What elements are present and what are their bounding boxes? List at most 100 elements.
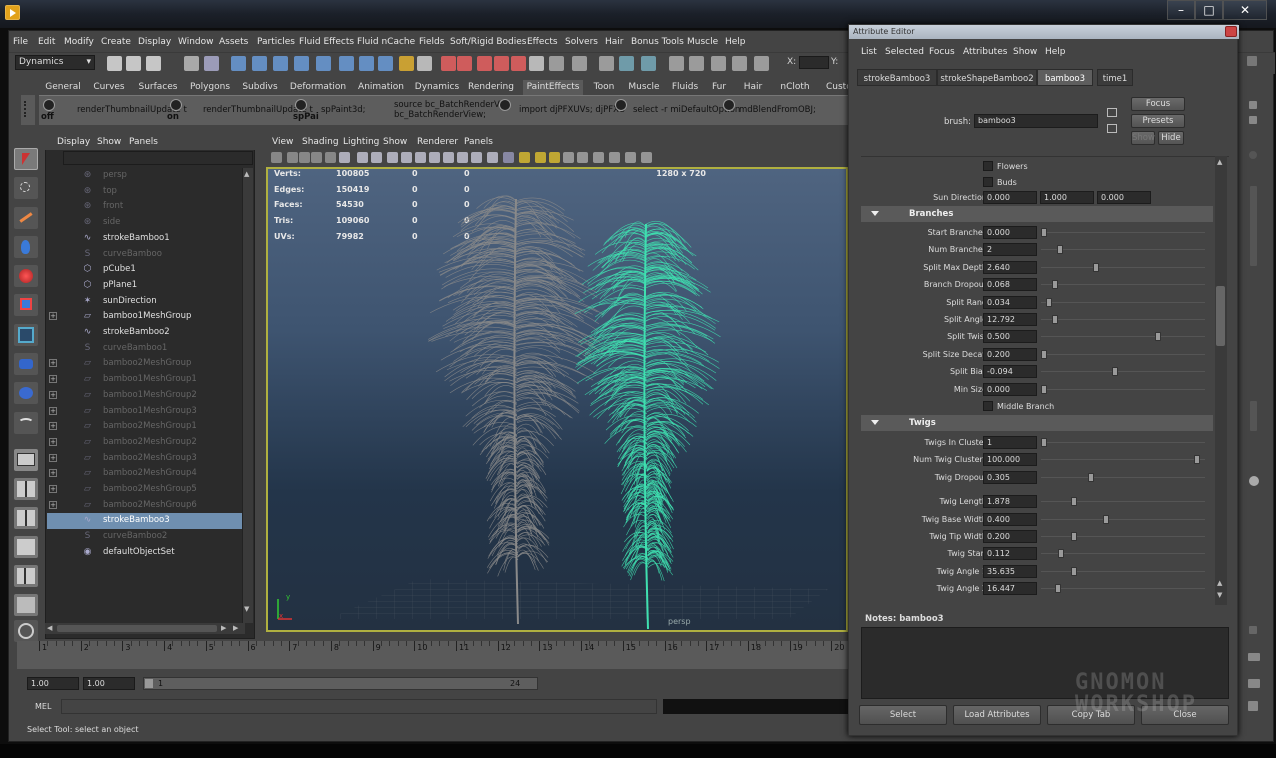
scroll-right-icon[interactable]: ▶: [221, 624, 226, 632]
expand-icon[interactable]: +: [49, 437, 57, 446]
fast-forward-icon[interactable]: [1248, 653, 1260, 661]
attribute-slider-track[interactable]: [1041, 232, 1205, 233]
sun-direction-field[interactable]: 0.000: [1097, 191, 1151, 204]
shelf-brush-icon[interactable]: [615, 99, 627, 111]
menu-assets[interactable]: Assets: [219, 37, 248, 47]
shelf-brush-icon[interactable]: [723, 99, 735, 111]
attribute-value-field[interactable]: 0.500: [983, 330, 1037, 344]
scroll-down-icon[interactable]: ▼: [1217, 591, 1222, 599]
status-tool-icon[interactable]: [204, 56, 219, 71]
four-view-layout-icon[interactable]: [14, 478, 38, 500]
expand-icon[interactable]: +: [49, 359, 57, 368]
attribute-value-field[interactable]: 0.200: [983, 347, 1037, 361]
expand-icon[interactable]: +: [49, 406, 57, 415]
menu-help[interactable]: Help: [725, 37, 746, 47]
expand-icon[interactable]: +: [49, 469, 57, 478]
viewport-menu-shading[interactable]: Shading: [302, 137, 339, 147]
maximize-button[interactable]: □: [1195, 0, 1223, 20]
viewport-menu-lighting[interactable]: Lighting: [343, 137, 379, 147]
status-tool-icon[interactable]: [511, 56, 526, 71]
menu-file[interactable]: File: [13, 37, 28, 47]
status-tool-icon[interactable]: [689, 56, 704, 71]
viewport-menu-view[interactable]: View: [272, 137, 293, 147]
attribute-slider-track[interactable]: [1041, 353, 1205, 355]
move-tool-icon[interactable]: [14, 236, 38, 258]
outliner-row[interactable]: + ▱ bamboo2MeshGroup1: [47, 419, 243, 435]
checkbox[interactable]: [983, 401, 993, 411]
shelf-tab-toon[interactable]: Toon: [589, 80, 619, 95]
ae-menu-show[interactable]: Show: [1013, 47, 1037, 57]
outliner-filter-input[interactable]: [63, 151, 253, 165]
scroll-up-icon[interactable]: ▲: [1217, 579, 1222, 587]
outliner-row[interactable]: ∿ strokeBamboo3: [47, 513, 243, 530]
menu-create[interactable]: Create: [101, 37, 131, 47]
curve-tool-icon[interactable]: [14, 412, 38, 434]
ae-tab-strokebamboo3[interactable]: strokeBamboo3: [857, 69, 937, 86]
status-tool-icon[interactable]: [732, 56, 747, 71]
status-tool-icon[interactable]: [316, 56, 331, 71]
attribute-slider-handle[interactable]: [1154, 332, 1161, 342]
expand-icon[interactable]: +: [49, 500, 57, 509]
status-tool-icon[interactable]: [339, 56, 354, 71]
ae-tab-strokeshapebamboo2[interactable]: strokeShapeBamboo2: [937, 69, 1037, 86]
ae-menu-list[interactable]: List: [861, 47, 877, 57]
viewport-tool-icon[interactable]: [471, 152, 482, 163]
attribute-value-field[interactable]: -0.094: [983, 365, 1037, 379]
attribute-slider-handle[interactable]: [1093, 262, 1100, 272]
close-button[interactable]: ✕: [1223, 0, 1267, 20]
attribute-slider-track[interactable]: [1041, 284, 1205, 286]
viewport-tool-icon[interactable]: [457, 152, 468, 163]
scroll-up-icon[interactable]: ▲: [1217, 158, 1222, 166]
attribute-slider-handle[interactable]: [1056, 245, 1063, 255]
menu-fluid-effects[interactable]: Fluid Effects: [299, 37, 354, 47]
hypershade-layout-icon[interactable]: [14, 594, 38, 616]
status-tool-icon[interactable]: [529, 56, 544, 71]
outliner-row[interactable]: + ▱ bamboo2MeshGroup2: [47, 435, 243, 451]
ae-menu-selected[interactable]: Selected: [885, 47, 924, 57]
outliner-row[interactable]: ScurveBamboo1: [47, 341, 243, 357]
attribute-slider-handle[interactable]: [1071, 532, 1078, 541]
outliner-row[interactable]: ⬡ pPlane1: [47, 278, 243, 294]
outliner-row[interactable]: ⬡ pCube1: [47, 262, 243, 278]
branches-section-header[interactable]: Branches: [861, 206, 1213, 222]
viewport-tool-icon[interactable]: [287, 152, 298, 163]
shelf-tab-dynamics[interactable]: Dynamics: [414, 80, 460, 95]
viewport-tool-icon[interactable]: [593, 152, 604, 163]
shelf-brush-icon[interactable]: [295, 99, 307, 111]
menu-set-dropdown[interactable]: Dynamics ▾: [15, 55, 95, 70]
viewport-menu-renderer[interactable]: Renderer: [417, 137, 458, 147]
outliner-row[interactable]: ⊛ top: [47, 184, 243, 200]
shelf-options[interactable]: [21, 95, 35, 125]
attribute-value-field[interactable]: 0.068: [983, 278, 1037, 292]
outliner-menu-show[interactable]: Show: [97, 137, 121, 147]
outliner-row[interactable]: + ▱ bamboo2MeshGroup3: [47, 451, 243, 467]
paint-select-icon[interactable]: [14, 207, 38, 229]
scroll-thumb[interactable]: [1216, 286, 1225, 346]
status-tool-icon[interactable]: [599, 56, 614, 71]
menu-fields[interactable]: Fields: [419, 37, 444, 47]
select-tool-icon[interactable]: [14, 148, 38, 170]
attribute-value-field[interactable]: 2: [983, 243, 1037, 257]
ae-tab-time1[interactable]: time1: [1097, 69, 1133, 86]
viewport-tool-icon[interactable]: [503, 152, 514, 163]
shelf-tab-surfaces[interactable]: Surfaces: [135, 80, 181, 95]
status-tool-icon[interactable]: [641, 56, 656, 71]
ae-menu-focus[interactable]: Focus: [929, 47, 955, 57]
attribute-slider-handle[interactable]: [1071, 497, 1078, 507]
shelf-tab-fluids[interactable]: Fluids: [668, 80, 702, 95]
menu-particles[interactable]: Particles: [257, 37, 295, 47]
viewport-3d[interactable]: Verts: 100805 0 0 Edges: 150419 0 0 Faces: 54530 0…: [266, 167, 848, 632]
attribute-slider-track[interactable]: [1041, 553, 1205, 555]
status-tool-icon[interactable]: [494, 56, 509, 71]
attribute-slider-track[interactable]: [1041, 501, 1205, 503]
attribute-slider-track[interactable]: [1041, 266, 1205, 268]
outliner-row[interactable]: ◉ defaultObjectSet: [47, 545, 243, 561]
viewport-tool-icon[interactable]: [387, 152, 398, 163]
soft-mod-icon[interactable]: [14, 353, 38, 375]
status-tool-icon[interactable]: [619, 56, 634, 71]
shelf-tab-muscle[interactable]: Muscle: [626, 80, 662, 95]
status-tool-icon[interactable]: [669, 56, 684, 71]
shelf-tab-general[interactable]: General: [43, 80, 83, 95]
options-icon[interactable]: [1248, 701, 1258, 711]
attribute-slider-track[interactable]: [1041, 301, 1205, 303]
